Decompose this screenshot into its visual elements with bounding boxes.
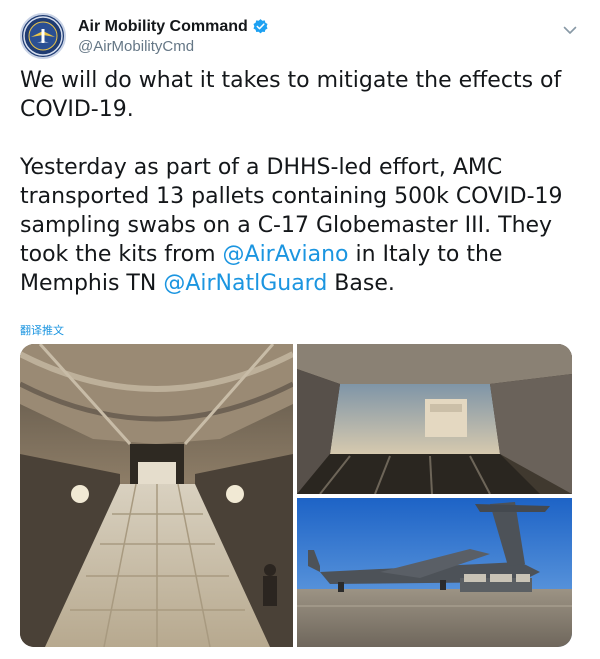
photo-cargo-ramp[interactable] (297, 344, 572, 495)
name-row: Air Mobility Command (78, 18, 269, 36)
amc-seal-icon (23, 16, 63, 56)
account-names: Air Mobility Command @AirMobilityCmd (78, 18, 269, 55)
display-name[interactable]: Air Mobility Command (78, 18, 248, 36)
mention-link-airaviano[interactable]: @AirAviano (223, 242, 349, 267)
handle[interactable]: @AirMobilityCmd (78, 38, 269, 55)
tweet-paragraph-1: We will do what it takes to mitigate the… (20, 68, 562, 122)
tweet-text: We will do what it takes to mitigate the… (20, 66, 585, 298)
photo-cargo-hold[interactable] (20, 344, 295, 647)
tweet-header: Air Mobility Command @AirMobilityCmd (20, 8, 580, 64)
verified-badge-icon (252, 18, 269, 35)
translate-tweet-link[interactable]: 翻译推文 (20, 322, 64, 338)
tweet-card: Air Mobility Command @AirMobilityCmd We … (0, 0, 600, 659)
text-segment: Base. (327, 271, 395, 296)
chevron-down-icon[interactable] (560, 20, 580, 40)
tweet-paragraph-2: Yesterday as part of a DHHS-led effort, … (20, 153, 585, 298)
photo-c17-aircraft[interactable] (297, 498, 572, 647)
avatar[interactable] (20, 13, 66, 59)
mention-link-airnatlguard[interactable]: @AirNatlGuard (163, 271, 327, 296)
media-grid (20, 344, 572, 647)
